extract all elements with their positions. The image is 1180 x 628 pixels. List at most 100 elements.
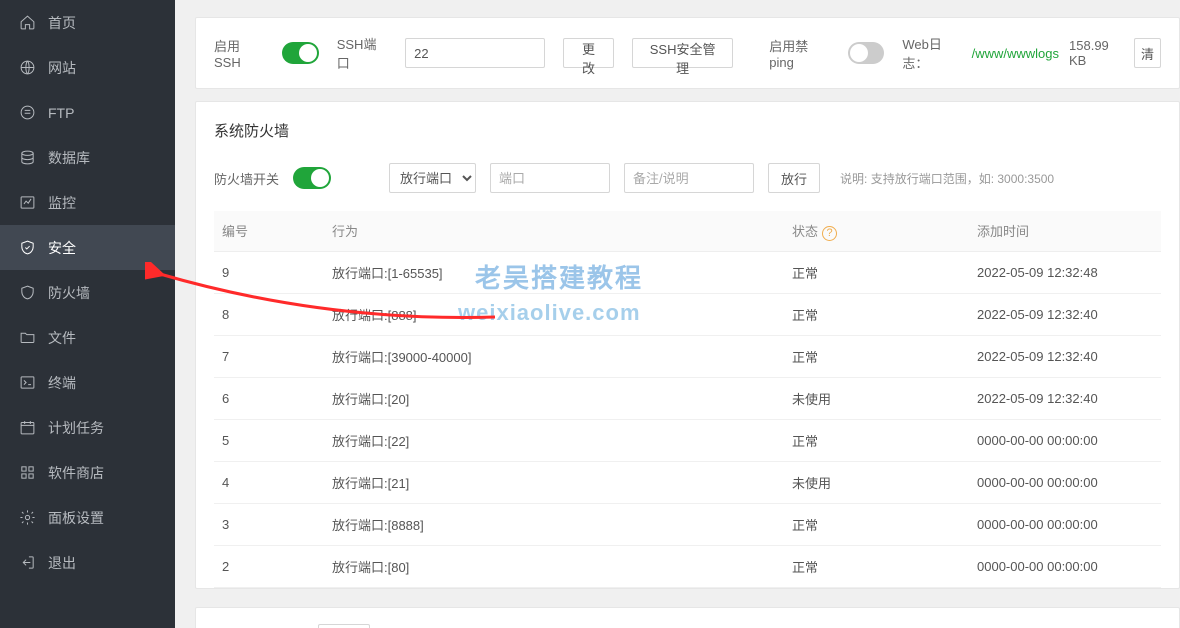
firewall-release-button[interactable]: 放行 xyxy=(768,163,820,193)
cell-id: 3 xyxy=(214,503,324,545)
cell-id: 9 xyxy=(214,251,324,293)
cell-action: 放行端口:[80] xyxy=(324,545,784,587)
cell-status: 未使用 xyxy=(784,461,969,503)
sidebar-item-cron[interactable]: 计划任务 xyxy=(0,405,175,450)
sidebar-item-home[interactable]: 首页 xyxy=(0,0,175,45)
cell-time: 2022-05-09 12:32:40 xyxy=(969,293,1161,335)
home-icon xyxy=(18,14,36,32)
cell-time: 2022-05-09 12:32:48 xyxy=(969,251,1161,293)
cell-action: 放行端口:[8888] xyxy=(324,503,784,545)
firewall-note-input[interactable] xyxy=(624,163,754,193)
sidebar-item-terminal[interactable]: 终端 xyxy=(0,360,175,405)
folder-icon xyxy=(18,329,36,347)
cell-id: 4 xyxy=(214,461,324,503)
sidebar-item-files[interactable]: 文件 xyxy=(0,315,175,360)
help-icon[interactable]: ? xyxy=(822,226,837,241)
sidebar-item-label: 终端 xyxy=(48,373,76,393)
sidebar-item-label: FTP xyxy=(48,105,74,121)
sidebar-item-appstore[interactable]: 软件商店 xyxy=(0,450,175,495)
cell-id: 5 xyxy=(214,419,324,461)
table-row: 5放行端口:[22]正常0000-00-00 00:00:00 xyxy=(214,419,1161,461)
database-icon xyxy=(18,149,36,167)
cell-time: 0000-00-00 00:00:00 xyxy=(969,419,1161,461)
cell-time: 0000-00-00 00:00:00 xyxy=(969,461,1161,503)
shield-icon xyxy=(18,239,36,257)
cell-status: 正常 xyxy=(784,251,969,293)
cell-id: 2 xyxy=(214,545,324,587)
firewall-port-input[interactable] xyxy=(490,163,610,193)
cell-action: 放行端口:[1-65535] xyxy=(324,251,784,293)
th-time: 添加时间 xyxy=(969,211,1161,251)
cell-status: 正常 xyxy=(784,335,969,377)
cell-status: 未使用 xyxy=(784,377,969,419)
cell-action: 放行端口:[39000-40000] xyxy=(324,335,784,377)
sidebar-item-security[interactable]: 安全 xyxy=(0,225,175,270)
sidebar-item-database[interactable]: 数据库 xyxy=(0,135,175,180)
main-content: 启用SSH SSH端口 更改 SSH安全管理 启用禁ping Web日志： /w… xyxy=(175,0,1180,628)
cell-status: 正常 xyxy=(784,503,969,545)
cell-action: 放行端口:[21] xyxy=(324,461,784,503)
web-log-section: Web日志： /www/wwwlogs 158.99 KB 清 xyxy=(902,34,1161,72)
terminal-icon xyxy=(18,374,36,392)
weblog-clear-button[interactable]: 清 xyxy=(1134,38,1161,68)
firewall-table: 编号 行为 状态? 添加时间 9放行端口:[1-65535]正常2022-05-… xyxy=(214,211,1161,588)
ssh-manage-button[interactable]: SSH安全管理 xyxy=(632,38,733,68)
sidebar-item-label: 首页 xyxy=(48,13,76,33)
firewall-switch-label: 防火墙开关 xyxy=(214,169,279,188)
ping-label: 启用禁ping xyxy=(769,36,830,70)
ssh-port-label: SSH端口 xyxy=(337,34,387,72)
globe-icon xyxy=(18,59,36,77)
sidebar-item-label: 监控 xyxy=(48,193,76,213)
cell-id: 6 xyxy=(214,377,324,419)
grid-icon xyxy=(18,464,36,482)
table-row: 2放行端口:[80]正常0000-00-00 00:00:00 xyxy=(214,545,1161,587)
firewall-switch-toggle[interactable] xyxy=(293,167,331,189)
sidebar-item-ftp[interactable]: FTP xyxy=(0,90,175,135)
sidebar-item-monitor[interactable]: 监控 xyxy=(0,180,175,225)
sidebar-item-logout[interactable]: 退出 xyxy=(0,540,175,585)
table-row: 3放行端口:[8888]正常0000-00-00 00:00:00 xyxy=(214,503,1161,545)
cell-action: 放行端口:[22] xyxy=(324,419,784,461)
weblog-size: 158.99 KB xyxy=(1069,38,1124,68)
logs-clear-button[interactable]: 清空 xyxy=(318,624,370,628)
sidebar-item-label: 文件 xyxy=(48,328,76,348)
tab-bar xyxy=(195,0,1180,5)
logs-panel: 面板操作日志 清空 xyxy=(195,607,1180,628)
ssh-panel: 启用SSH SSH端口 更改 SSH安全管理 启用禁ping Web日志： /w… xyxy=(195,17,1180,89)
firewall-icon xyxy=(18,284,36,302)
chart-icon xyxy=(18,194,36,212)
sidebar-item-settings[interactable]: 面板设置 xyxy=(0,495,175,540)
cell-status: 正常 xyxy=(784,545,969,587)
sidebar-item-site[interactable]: 网站 xyxy=(0,45,175,90)
th-id: 编号 xyxy=(214,211,324,251)
table-row: 6放行端口:[20]未使用2022-05-09 12:32:40 xyxy=(214,377,1161,419)
cell-action: 放行端口:[888] xyxy=(324,293,784,335)
gear-icon xyxy=(18,509,36,527)
ssh-enable-toggle[interactable] xyxy=(282,42,318,64)
ssh-port-input[interactable] xyxy=(405,38,545,68)
table-row: 7放行端口:[39000-40000]正常2022-05-09 12:32:40 xyxy=(214,335,1161,377)
firewall-title: 系统防火墙 xyxy=(214,120,1161,141)
table-row: 4放行端口:[21]未使用0000-00-00 00:00:00 xyxy=(214,461,1161,503)
cell-id: 7 xyxy=(214,335,324,377)
cell-time: 2022-05-09 12:32:40 xyxy=(969,335,1161,377)
firewall-hint: 说明: 支持放行端口范围，如: 3000:3500 xyxy=(840,170,1054,187)
th-action: 行为 xyxy=(324,211,784,251)
calendar-icon xyxy=(18,419,36,437)
sidebar: 首页 网站 FTP 数据库 监控 安全 防火墙 文件 终端 计划任务 软件商店 xyxy=(0,0,175,628)
ping-toggle[interactable] xyxy=(848,42,884,64)
sidebar-item-label: 退出 xyxy=(48,553,76,573)
cell-time: 0000-00-00 00:00:00 xyxy=(969,545,1161,587)
weblog-path-link[interactable]: /www/wwwlogs xyxy=(972,46,1059,61)
table-row: 9放行端口:[1-65535]正常2022-05-09 12:32:48 xyxy=(214,251,1161,293)
sidebar-item-label: 防火墙 xyxy=(48,283,90,303)
cell-status: 正常 xyxy=(784,293,969,335)
logout-icon xyxy=(18,554,36,572)
sidebar-item-firewall[interactable]: 防火墙 xyxy=(0,270,175,315)
firewall-action-select[interactable]: 放行端口 xyxy=(389,163,476,193)
sidebar-item-label: 面板设置 xyxy=(48,508,104,528)
ssh-change-button[interactable]: 更改 xyxy=(563,38,614,68)
cell-action: 放行端口:[20] xyxy=(324,377,784,419)
table-row: 8放行端口:[888]正常2022-05-09 12:32:40 xyxy=(214,293,1161,335)
th-status: 状态? xyxy=(784,211,969,251)
